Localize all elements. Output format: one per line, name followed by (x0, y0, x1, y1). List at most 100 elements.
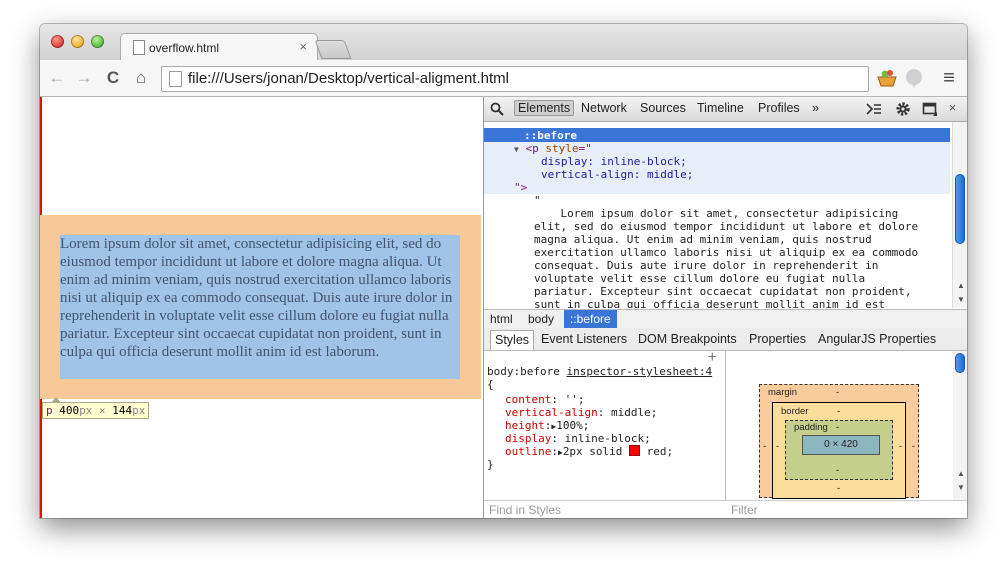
style-rule[interactable]: content: ''; (505, 393, 584, 406)
collapse-arrow-icon[interactable]: ▼ (514, 145, 519, 154)
text-node-line: consequat. Duis aute irure dolor in repr… (534, 259, 879, 272)
scroll-up-icon[interactable]: ▲ (957, 469, 965, 478)
scrollbar-thumb[interactable] (955, 353, 965, 373)
text-node-line: Lorem ipsum dolor sit amet, consectetur … (534, 207, 899, 220)
menu-icon[interactable]: ≡ (938, 67, 960, 89)
more-tabs-icon[interactable]: » (812, 101, 819, 115)
breadcrumb-before[interactable]: ::before (564, 310, 617, 328)
console-drawer-icon[interactable] (866, 102, 882, 116)
forward-icon[interactable]: → (73, 67, 95, 89)
text-node-line: exercitation ullamco laboris nisi ut ali… (534, 246, 919, 259)
style-rule[interactable]: outline:▶2px solid red; (505, 445, 673, 459)
border-label: border (781, 406, 809, 417)
border-right: - (898, 441, 902, 452)
rule-value: 100%; (556, 419, 590, 432)
filter-input[interactable]: Filter (731, 503, 758, 517)
padding-top: - (836, 422, 840, 433)
tab-properties[interactable]: Properties (749, 332, 806, 346)
rule-prop: vertical-align (505, 406, 598, 419)
tab-styles[interactable]: Styles (490, 330, 535, 350)
breadcrumb-html[interactable]: html (490, 312, 513, 326)
before-node[interactable]: ::before (524, 129, 577, 142)
style-rule[interactable]: height:▶100%; (505, 419, 589, 433)
search-icon[interactable] (490, 102, 504, 116)
text-quote: " (534, 194, 541, 207)
tab-overflow[interactable]: overflow.html × (120, 33, 318, 61)
padding-bottom: - (836, 465, 840, 476)
style-rule[interactable]: vertical-align: middle; (505, 406, 657, 419)
dock-icon[interactable] (922, 101, 938, 117)
text-node-line: sunt in culpa qui officia deserunt molli… (534, 298, 885, 308)
tab-title: overflow.html (149, 41, 220, 55)
tab-event-listeners[interactable]: Event Listeners (541, 332, 627, 346)
tooltip-width: 400 (59, 404, 80, 417)
url-text[interactable]: file:///Users/jonan/Desktop/vertical-ali… (188, 70, 509, 87)
rule-source-link[interactable]: inspector-stylesheet:4 (566, 365, 712, 378)
scrollbar-thumb[interactable] (955, 174, 965, 244)
p-node[interactable]: ▼ <p style=" (514, 142, 592, 156)
eq-quote: =" (578, 142, 592, 155)
add-rule-icon[interactable]: + (708, 350, 717, 366)
browser-toolbar: ← → C ⌂ file:///Users/jonan/Desktop/vert… (40, 60, 967, 97)
minimize-window-button[interactable] (71, 35, 84, 48)
page-icon (133, 40, 145, 55)
box-scrollbar[interactable]: ▲ ▼ (953, 351, 967, 500)
tab-close-icon[interactable]: × (299, 39, 307, 54)
breadcrumb-body[interactable]: body (528, 312, 554, 326)
new-tab-button[interactable] (314, 40, 352, 59)
margin-right: - (911, 441, 915, 452)
tab-angularjs-properties[interactable]: AngularJS Properties (818, 332, 936, 346)
close-devtools-icon[interactable]: × (949, 101, 956, 115)
rule-prop: outline (505, 445, 552, 458)
scroll-down-icon[interactable]: ▼ (957, 483, 965, 492)
extension-bubble-icon[interactable] (904, 68, 924, 88)
address-bar[interactable]: file:///Users/jonan/Desktop/vertical-ali… (161, 66, 869, 92)
close-window-button[interactable] (51, 35, 64, 48)
scroll-down-icon[interactable]: ▼ (957, 295, 965, 304)
tab-profiles[interactable]: Profiles (758, 101, 800, 115)
tab-network[interactable]: Network (581, 101, 627, 115)
tab-elements[interactable]: Elements (514, 100, 575, 116)
styles-pane[interactable]: + body:before inspector-stylesheet:4 { c… (484, 350, 726, 500)
tab-timeline[interactable]: Timeline (697, 101, 744, 115)
elements-scrollbar[interactable]: ▲ ▼ (952, 122, 967, 308)
margin-label: margin (768, 387, 798, 398)
padding-label: padding (794, 422, 828, 433)
color-swatch[interactable] (629, 445, 641, 456)
box-content: 0 × 420 (802, 435, 880, 455)
home-icon[interactable]: ⌂ (130, 67, 152, 89)
p-tag-close: "> (514, 181, 528, 194)
rule-value: ''; (564, 393, 585, 406)
gear-icon[interactable] (895, 101, 911, 117)
devtools-panel: Elements Network Sources Timeline Profil… (483, 97, 967, 518)
rule-prop: content (505, 393, 552, 406)
find-bar: Find in Styles Filter (484, 500, 967, 518)
zoom-window-button[interactable] (91, 35, 104, 48)
elements-tree[interactable]: ::before ▼ <p style=" display: inline-bl… (484, 122, 950, 308)
box-border: border - - - - padding - - 0 × 420 (772, 402, 906, 499)
tooltip-unit-w: px (79, 404, 93, 417)
rule-prop: display (505, 432, 552, 445)
sidebar-tabs: Styles Event Listeners DOM Breakpoints P… (484, 328, 967, 351)
rule-selector[interactable]: body:before (487, 365, 560, 378)
reload-icon[interactable]: C (102, 67, 124, 89)
rule-header: body:before inspector-stylesheet:4 (487, 365, 712, 378)
style-rule[interactable]: display: inline-block; (505, 432, 651, 445)
extension-basket-icon[interactable] (876, 68, 898, 88)
file-icon (169, 71, 182, 87)
style-attr: style (545, 142, 579, 155)
back-icon[interactable]: ← (46, 67, 68, 89)
tooltip-height: 144 (112, 404, 133, 417)
rule-value: 2px solid red; (562, 445, 674, 458)
text-node-line: elit, sed do eiusmod tempor incididunt u… (534, 220, 919, 233)
tab-dom-breakpoints[interactable]: DOM Breakpoints (638, 332, 737, 346)
tab-sources[interactable]: Sources (640, 101, 686, 115)
margin-left: - (763, 441, 767, 452)
browser-window: overflow.html × ← → C ⌂ file:///Users/jo… (40, 24, 967, 518)
border-left: - (776, 441, 780, 452)
find-in-styles-input[interactable]: Find in Styles (489, 503, 561, 517)
box-margin: margin - - - border - - - - padding - - … (759, 384, 919, 499)
text-node-line: pariatur. Excepteur sint occaecat cupida… (534, 285, 912, 298)
element-size-tooltip: p 400px × 144px (42, 397, 150, 419)
scroll-up-icon[interactable]: ▲ (957, 281, 965, 290)
